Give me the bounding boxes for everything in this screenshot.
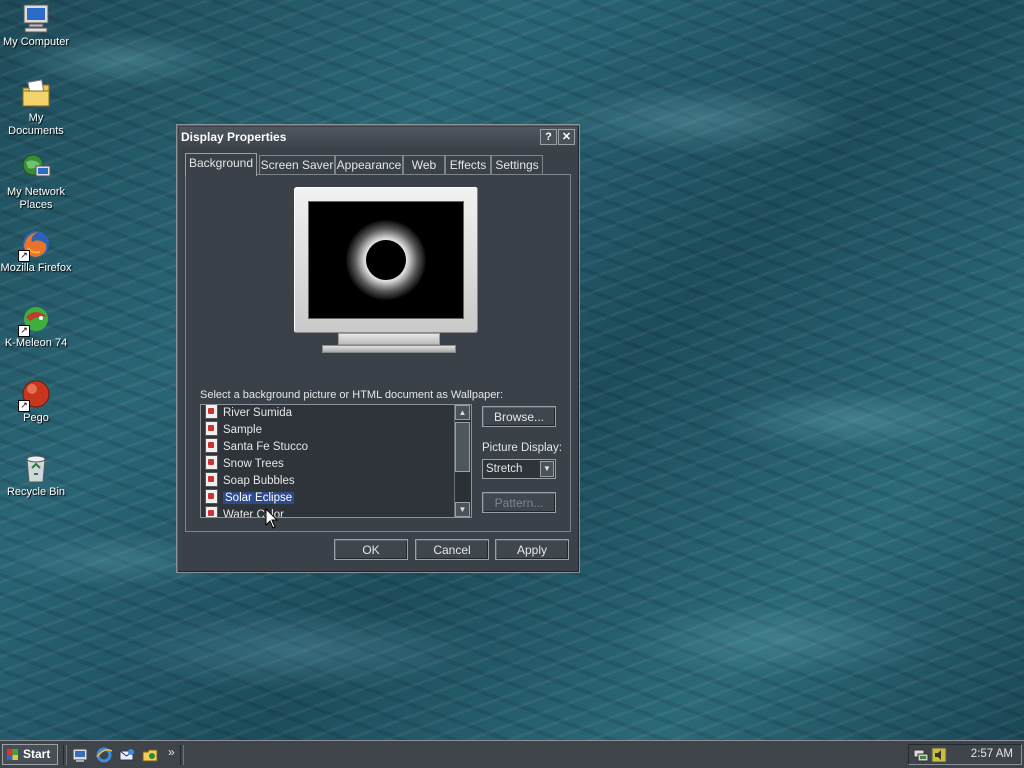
clock[interactable]: 2:57 AM <box>971 745 1013 764</box>
desktop-icon-my-documents[interactable]: My Documents <box>0 78 72 138</box>
my-computer-icon <box>20 2 52 34</box>
tab-web[interactable]: Web <box>403 155 445 174</box>
desktop-icon-label: Pego <box>23 412 49 424</box>
start-label: Start <box>23 747 51 761</box>
image-file-icon <box>205 421 218 437</box>
picture-display-value: Stretch <box>486 463 523 475</box>
scroll-thumb[interactable] <box>455 422 470 472</box>
image-file-icon <box>205 472 218 488</box>
shortcut-arrow-icon: ↗ <box>18 325 30 337</box>
mouse-cursor-icon <box>265 507 279 533</box>
my-documents-icon <box>20 78 52 110</box>
desktop-icon-network-places[interactable]: My Network Places <box>0 152 72 212</box>
eclipse-moon <box>366 240 406 280</box>
tab-effects[interactable]: Effects <box>445 155 491 174</box>
network-tray-icon[interactable] <box>913 747 929 763</box>
windows-logo-icon <box>7 749 18 760</box>
tab-background[interactable]: Background <box>185 153 257 176</box>
cancel-button[interactable]: Cancel <box>415 539 489 560</box>
tab-appearance[interactable]: Appearance <box>335 155 403 174</box>
tab-screen-saver[interactable]: Screen Saver <box>259 155 335 174</box>
taskbar: Start » 2:57 AM <box>0 740 1024 768</box>
volume-tray-icon[interactable] <box>931 747 947 763</box>
explorer-icon[interactable] <box>142 747 158 763</box>
desktop-icon-label: My Computer <box>2 36 70 48</box>
monitor-preview <box>294 187 478 333</box>
ok-button[interactable]: OK <box>334 539 408 560</box>
shortcut-arrow-icon: ↗ <box>18 250 30 262</box>
system-tray: 2:57 AM <box>908 744 1022 765</box>
monitor-base <box>322 345 456 353</box>
scroll-down-icon[interactable]: ▼ <box>455 502 470 517</box>
image-file-icon <box>205 455 218 471</box>
background-tab-panel: Select a background picture or HTML docu… <box>185 174 571 532</box>
browse-button[interactable]: Browse... <box>482 406 556 427</box>
picture-display-label: Picture Display: <box>482 442 562 454</box>
show-desktop-icon[interactable] <box>72 747 88 763</box>
wallpaper-listbox[interactable]: River Sumida Sample Santa Fe Stucco Snow… <box>200 404 472 518</box>
desktop-icon-recycle-bin[interactable]: Recycle Bin <box>0 452 72 499</box>
taskbar-separator <box>63 745 67 765</box>
wallpaper-item-sample[interactable]: Sample <box>201 421 471 439</box>
wallpaper-item-santa-fe-stucco[interactable]: Santa Fe Stucco <box>201 438 471 456</box>
wallpaper-item-river-sumida[interactable]: River Sumida <box>201 405 471 422</box>
pattern-button[interactable]: Pattern... <box>482 492 556 513</box>
network-places-icon <box>20 152 52 184</box>
outlook-express-icon[interactable] <box>119 747 135 763</box>
start-button[interactable]: Start <box>2 744 58 765</box>
recycle-bin-icon <box>20 452 52 484</box>
help-button[interactable]: ? <box>540 129 557 145</box>
wallpaper-item-solar-eclipse[interactable]: Solar Eclipse <box>201 489 471 507</box>
wallpaper-item-snow-trees[interactable]: Snow Trees <box>201 455 471 473</box>
desktop-icon-label: Mozilla Firefox <box>0 262 72 274</box>
apply-button[interactable]: Apply <box>495 539 569 560</box>
desktop-icon-label: My Documents <box>8 112 64 137</box>
desktop-icon-pego[interactable]: ↗ Pego <box>0 378 72 425</box>
kmeleon-icon: ↗ <box>18 303 52 337</box>
scroll-up-icon[interactable]: ▲ <box>455 405 470 420</box>
image-file-icon <box>205 489 218 505</box>
display-properties-dialog: Display Properties ? ✕ Background Screen… <box>176 124 580 573</box>
wallpaper-list-label: Select a background picture or HTML docu… <box>200 389 504 401</box>
wallpaper-preview <box>308 201 464 319</box>
dialog-title: Display Properties <box>181 130 287 144</box>
desktop-icon-kmeleon[interactable]: ↗ K-Meleon 74 <box>0 303 72 350</box>
desktop-icon-label: My Network Places <box>6 186 66 211</box>
wallpaper-item-water-color[interactable]: Water Color <box>201 506 471 517</box>
close-button[interactable]: ✕ <box>558 129 575 145</box>
desktop-icon-label: Recycle Bin <box>6 486 66 498</box>
desktop-icon-label: K-Meleon 74 <box>4 337 68 349</box>
chevron-down-icon[interactable]: ▼ <box>540 461 554 477</box>
desktop-icon-firefox[interactable]: ↗ Mozilla Firefox <box>0 228 72 275</box>
firefox-icon: ↗ <box>18 228 52 262</box>
quick-launch-chevron[interactable]: » <box>168 745 175 759</box>
dialog-titlebar[interactable]: Display Properties ? ✕ <box>179 127 577 147</box>
monitor-stand <box>338 333 440 345</box>
desktop-icon-my-computer[interactable]: My Computer <box>0 2 72 49</box>
wallpaper-item-soap-bubbles[interactable]: Soap Bubbles <box>201 472 471 490</box>
wallpaper-list-scrollbar[interactable]: ▲ ▼ <box>454 405 471 517</box>
image-file-icon <box>205 438 218 454</box>
image-file-icon <box>205 506 218 517</box>
image-file-icon <box>205 405 218 420</box>
picture-display-select[interactable]: Stretch ▼ <box>482 459 556 479</box>
shortcut-arrow-icon: ↗ <box>18 400 30 412</box>
pego-icon: ↗ <box>18 378 52 412</box>
tab-settings[interactable]: Settings <box>491 155 543 174</box>
ie-icon[interactable] <box>96 747 112 763</box>
taskbar-separator <box>180 745 184 765</box>
